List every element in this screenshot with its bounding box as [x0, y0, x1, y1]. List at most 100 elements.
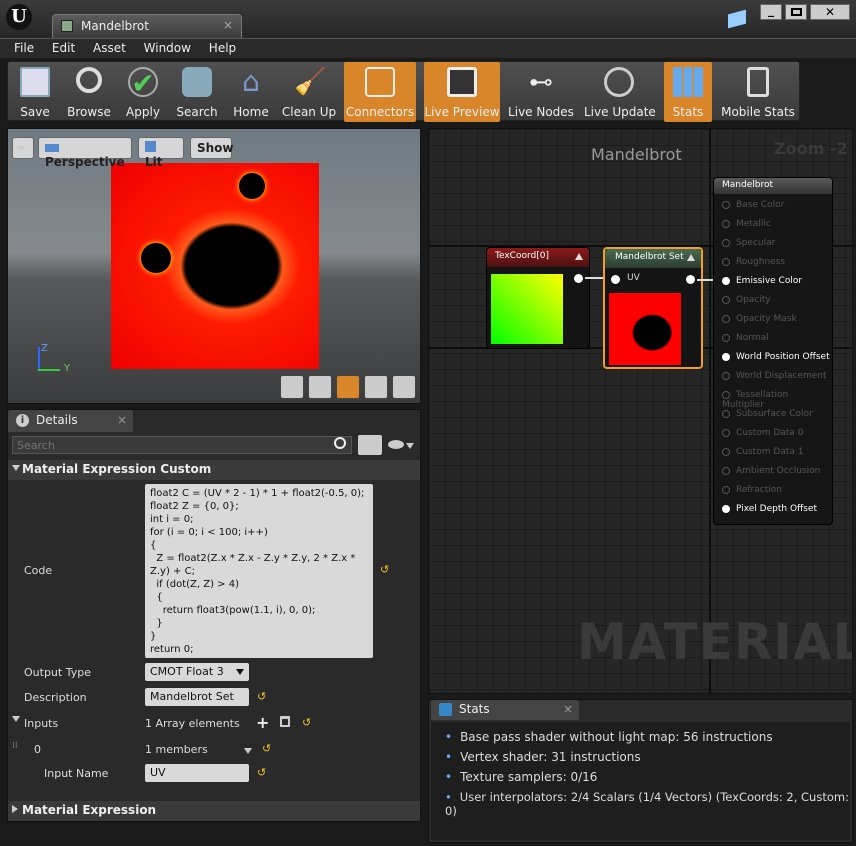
- unreal-logo-icon: U: [6, 4, 32, 30]
- pin-tessellation-multiplier[interactable]: Tessellation Multiplier: [722, 390, 832, 410]
- connectors-button[interactable]: Connectors: [344, 62, 416, 122]
- menu-edit[interactable]: Edit: [52, 41, 75, 55]
- texcoord-preview: [491, 274, 563, 344]
- save-icon: [20, 67, 50, 97]
- viewport-options-button[interactable]: [12, 137, 34, 159]
- code-field[interactable]: float2 C = (UV * 2 - 1) * 1 + float2(-0.…: [145, 484, 373, 658]
- pin-normal[interactable]: Normal: [722, 333, 769, 343]
- perspective-button[interactable]: Perspective: [38, 137, 132, 169]
- delete-icon[interactable]: [280, 716, 290, 727]
- drag-handle-icon[interactable]: ⁞⁞: [12, 741, 18, 751]
- element-reset-icon[interactable]: ↺: [262, 742, 271, 755]
- alert-icon[interactable]: [728, 9, 746, 29]
- description-reset-icon[interactable]: ↺: [257, 690, 266, 703]
- menu-asset[interactable]: Asset: [93, 41, 126, 55]
- input-name-field[interactable]: UV: [145, 764, 249, 782]
- pin-roughness[interactable]: Roughness: [722, 257, 785, 267]
- preview-sphere-button[interactable]: [308, 375, 332, 399]
- material-result-node[interactable]: Mandelbrot Base Color Metallic Specular …: [713, 177, 833, 525]
- close-button[interactable]: ✕: [810, 4, 850, 20]
- pin-metallic[interactable]: Metallic: [722, 219, 771, 229]
- chevron-down-icon: [236, 669, 244, 675]
- eye-icon: [388, 440, 404, 449]
- live-preview-button[interactable]: Live Preview: [424, 62, 500, 122]
- pin-opacity[interactable]: Opacity: [722, 295, 771, 305]
- preview-plane-button[interactable]: [336, 375, 360, 399]
- maximize-button[interactable]: [785, 4, 807, 20]
- menu-help[interactable]: Help: [209, 41, 236, 55]
- material-result-node-header: Mandelbrot: [714, 178, 832, 194]
- code-reset-icon[interactable]: ↺: [380, 563, 389, 576]
- search-button[interactable]: Search: [172, 62, 222, 122]
- lit-icon: [145, 141, 156, 152]
- menu-window[interactable]: Window: [144, 41, 191, 55]
- minimize-button[interactable]: _: [760, 4, 782, 20]
- mobile-stats-button[interactable]: Mobile Stats: [718, 62, 798, 122]
- stats-tab-close-icon[interactable]: ×: [563, 702, 573, 716]
- pin-custom-data-0[interactable]: Custom Data 0: [722, 428, 803, 438]
- home-button[interactable]: ⌂ Home: [228, 62, 274, 122]
- collapse-icon: [12, 465, 20, 471]
- tab-close-icon[interactable]: ×: [223, 18, 233, 32]
- section-header-custom[interactable]: Material Expression Custom: [8, 460, 420, 480]
- texcoord-node[interactable]: TexCoord[0]: [486, 247, 590, 349]
- stats-tab-icon: [439, 703, 452, 716]
- pin-base-color[interactable]: Base Color: [722, 200, 784, 210]
- stats-line: • Texture samplers: 0/16: [445, 770, 598, 784]
- view-options-button[interactable]: [388, 437, 418, 453]
- menu-file[interactable]: File: [14, 41, 34, 55]
- stats-button[interactable]: Stats: [664, 62, 712, 122]
- section-header-material-expression[interactable]: Material Expression: [8, 801, 420, 821]
- mandelbrot-bulb: [141, 243, 171, 273]
- mandelbrot-set-node[interactable]: Mandelbrot Set UV: [603, 247, 703, 369]
- graph-title: Mandelbrot: [591, 145, 682, 164]
- live-nodes-button[interactable]: ⊷ Live Nodes: [506, 62, 576, 122]
- details-tab-close-icon[interactable]: ×: [117, 413, 127, 427]
- texcoord-output-pin[interactable]: [574, 274, 583, 283]
- pin-subsurface-color[interactable]: Subsurface Color: [722, 409, 813, 419]
- maximize-icon: [791, 8, 802, 16]
- uv-pin-label: UV: [627, 273, 640, 283]
- show-button[interactable]: Show: [190, 137, 234, 159]
- input-name-reset-icon[interactable]: ↺: [257, 766, 266, 779]
- pin-emissive-color[interactable]: Emissive Color: [722, 276, 802, 286]
- save-button[interactable]: Save: [10, 62, 60, 122]
- live-preview-icon: [447, 67, 477, 97]
- preview-cube-button[interactable]: [364, 375, 388, 399]
- live-update-button[interactable]: Live Update: [584, 62, 656, 122]
- browse-button[interactable]: Browse: [62, 62, 116, 122]
- pin-refraction[interactable]: Refraction: [722, 485, 782, 495]
- pin-pixel-depth-offset[interactable]: Pixel Depth Offset: [722, 504, 817, 514]
- element-options-chevron-icon[interactable]: [244, 748, 252, 754]
- uv-input-pin[interactable]: [611, 275, 620, 284]
- inputs-reset-icon[interactable]: ↺: [302, 716, 311, 729]
- pin-world-position-offset[interactable]: World Position Offset: [722, 352, 830, 362]
- preview-teapot-button[interactable]: [392, 375, 416, 399]
- output-type-dropdown[interactable]: CMOT Float 3: [145, 663, 249, 681]
- menu-bar: File Edit Asset Window Help: [0, 38, 856, 58]
- details-tab[interactable]: i Details ×: [8, 410, 133, 432]
- stats-tab[interactable]: Stats ×: [431, 700, 579, 720]
- pin-opacity-mask[interactable]: Opacity Mask: [722, 314, 797, 324]
- lit-button[interactable]: Lit: [138, 137, 184, 169]
- material-graph[interactable]: Mandelbrot Zoom -2 MATERIAL TexCoord[0] …: [428, 128, 853, 694]
- preview-cylinder-button[interactable]: [280, 375, 304, 399]
- description-field[interactable]: Mandelbrot Set: [145, 688, 249, 706]
- editor-tab[interactable]: Mandelbrot ×: [52, 14, 242, 38]
- property-matrix-button[interactable]: [358, 435, 382, 455]
- mandelbrot-output-pin[interactable]: [686, 275, 695, 284]
- clean-up-button[interactable]: 🧹 Clean Up: [278, 62, 340, 122]
- chevron-down-icon: [406, 443, 414, 449]
- preview-viewport[interactable]: Perspective Lit Show Z Y: [7, 128, 421, 404]
- pin-specular[interactable]: Specular: [722, 238, 775, 248]
- pin-world-displacement[interactable]: World Displacement: [722, 371, 827, 381]
- add-icon[interactable]: +: [256, 713, 269, 732]
- collapse-arrow-icon[interactable]: [575, 253, 583, 260]
- details-search-input[interactable]: [12, 436, 352, 454]
- element-index-label: 0: [34, 743, 41, 756]
- pin-custom-data-1[interactable]: Custom Data 1: [722, 447, 803, 457]
- apply-button[interactable]: ✔ Apply: [118, 62, 168, 122]
- collapse-arrow-icon[interactable]: [687, 254, 695, 261]
- pin-ambient-occlusion[interactable]: Ambient Occlusion: [722, 466, 820, 476]
- inputs-expand-icon[interactable]: [12, 716, 20, 722]
